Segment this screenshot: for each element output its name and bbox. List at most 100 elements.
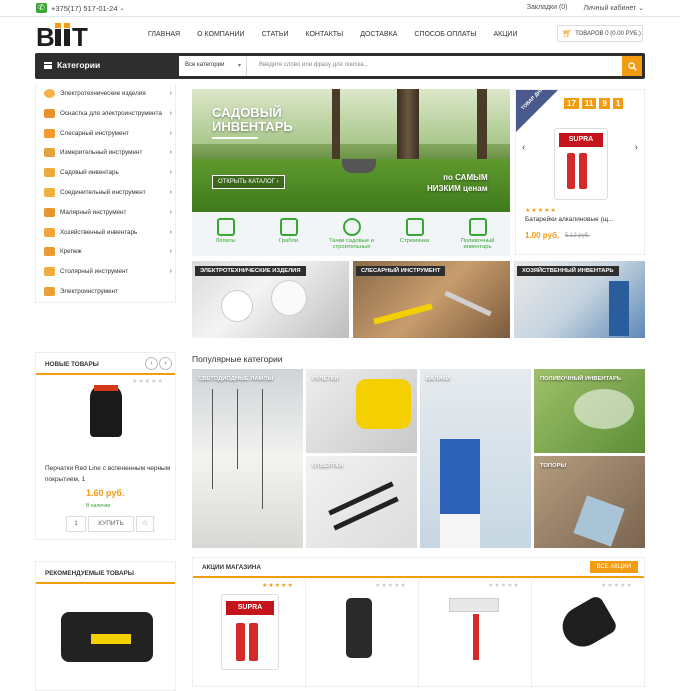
sidebar-item-power-tools[interactable]: Электроинструмент xyxy=(36,282,176,301)
lamp-wire xyxy=(237,389,238,469)
categories-label: Категории xyxy=(57,60,101,70)
tile-label: СЛЕСАРНЫЙ ИНСТРУМЕНТ xyxy=(356,266,446,276)
person-shape xyxy=(609,281,629,336)
categories-menu-button[interactable]: Категории xyxy=(44,60,100,70)
popular-axes[interactable]: ТОПОРЫ xyxy=(534,456,645,548)
garden-banner[interactable]: САДОВЫЙ ИНВЕНТАРЬ ОТКРЫТЬ КАТАЛОГ › по СА… xyxy=(192,89,510,212)
bulb-icon xyxy=(44,89,55,98)
popular-label: ВАЛИКИ xyxy=(426,376,451,382)
sidebar-item-locksmith[interactable]: Слесарный инструмент › xyxy=(36,124,176,143)
promo-product[interactable]: ★★★★★ xyxy=(419,580,532,688)
chevron-right-icon: › xyxy=(169,189,172,196)
nav-promotions[interactable]: АКЦИИ xyxy=(493,31,517,38)
popular-rollers[interactable]: ВАЛИКИ xyxy=(420,369,531,548)
product-image[interactable] xyxy=(86,385,126,443)
product-image[interactable] xyxy=(61,602,153,672)
promo-product[interactable]: ★★★★★ SUPRA xyxy=(193,580,306,688)
nav-delivery[interactable]: ДОСТАВКА xyxy=(360,31,397,38)
tool-rakes[interactable]: Грабли xyxy=(257,212,320,256)
deal-product-name[interactable]: Батарейки алкалиновые (щ... xyxy=(525,216,614,223)
tile-household[interactable]: ХОЗЯЙСТВЕННЫЙ ИНВЕНТАРЬ xyxy=(514,261,645,338)
sidebar-item-power-tool-accessories[interactable]: Оснастка для электроинструмента › xyxy=(36,104,176,123)
lamp-wire xyxy=(262,389,263,509)
bookmarks-link[interactable]: Закладки (0) xyxy=(527,4,568,12)
sidebar-item-garden[interactable]: Садовый инвентарь › xyxy=(36,163,176,182)
tool-ladders[interactable]: Стремянки xyxy=(383,212,446,256)
sidebar-item-carpentry[interactable]: Столярный инструмент › xyxy=(36,262,176,281)
tile-locksmith[interactable]: СЛЕСАРНЫЙ ИНСТРУМЕНТ xyxy=(353,261,510,338)
search-button[interactable] xyxy=(622,56,642,76)
popular-tape-measures[interactable]: РУЛЕТКИ xyxy=(306,369,417,453)
popular-led-lamps[interactable]: СВЕТОДИОДНЫЕ ЛАМПЫ xyxy=(192,369,303,548)
nav-payment[interactable]: СПОСОБ ОПЛАТЫ xyxy=(414,31,476,38)
stapler-icon xyxy=(44,188,55,197)
nav-about[interactable]: О КОМПАНИИ xyxy=(197,31,244,38)
nav-contacts[interactable]: КОНТАКТЫ xyxy=(305,31,343,38)
tool-watering[interactable]: Поливочный инвентарь xyxy=(446,212,509,256)
rating-stars: ★★★★★ xyxy=(262,583,294,589)
prev-arrow-icon[interactable]: ‹ xyxy=(145,357,158,370)
quantity-input[interactable]: 1 xyxy=(66,516,86,532)
axe-head xyxy=(573,495,625,547)
promo-product[interactable]: ★★★★★ xyxy=(532,580,645,688)
all-promotions-button[interactable]: ВСЕ АКЦИИ xyxy=(589,561,638,573)
popular-screwdrivers[interactable]: ОТВЕРТКИ xyxy=(306,456,417,548)
tool-wheelbarrows[interactable]: Тачки садовые и строительные xyxy=(320,212,383,256)
open-catalog-button[interactable]: ОТКРЫТЬ КАТАЛОГ › xyxy=(212,175,285,189)
cart-button[interactable]: 🛒︎ ТОВАРОВ 0 (0.00 РУБ.) xyxy=(557,25,643,42)
glove-cuff xyxy=(94,385,118,391)
sidebar-item-household[interactable]: Хозяйственный инвентарь › xyxy=(36,223,176,242)
popular-watering[interactable]: ПОЛИВОЧНЫЙ ИНВЕНТАРЬ xyxy=(534,369,645,453)
banner-slogan: по САМЫМ НИЗКИМ ценам xyxy=(427,173,488,193)
next-arrow-icon[interactable]: › xyxy=(159,357,172,370)
deal-of-day: ТОВАР ДНЯ 17 11 9 1 ‹ › SUPRA ★★★★★ Бата… xyxy=(515,87,645,255)
category-select[interactable]: Все категории ▾ xyxy=(179,56,247,76)
product-image xyxy=(555,594,619,654)
paint-roller-icon xyxy=(44,207,55,217)
logo[interactable]: B T xyxy=(36,22,98,52)
rating-stars: ★★★★★ xyxy=(601,583,633,589)
sidebar-item-fasteners[interactable]: Крепеж › xyxy=(36,242,176,261)
star-icon: ☆ xyxy=(141,520,149,527)
bulb-shape xyxy=(272,281,306,315)
rating-stars: ★★★★★ xyxy=(132,379,164,385)
water-spray xyxy=(574,389,634,429)
sidebar-item-measuring[interactable]: Измерительный инструмент › xyxy=(36,143,176,162)
chevron-down-icon: ▾ xyxy=(237,63,241,69)
prev-arrow-icon[interactable]: ‹ xyxy=(522,142,525,153)
next-arrow-icon[interactable]: › xyxy=(635,142,638,153)
battery xyxy=(236,623,245,661)
cart-summary: ТОВАРОВ 0 (0.00 РУБ.) xyxy=(575,30,641,37)
tape-measure-shape xyxy=(356,379,411,429)
timer-seconds: 9 xyxy=(599,98,610,109)
screw-icon xyxy=(44,247,55,257)
tool-shape xyxy=(373,303,433,325)
tool-shovels[interactable]: Лопаты xyxy=(194,212,257,256)
sidebar-item-painting[interactable]: Малярный инструмент › xyxy=(36,203,176,222)
wishlist-button[interactable]: ☆ xyxy=(136,516,154,532)
product-name[interactable]: Перчатки Red Line с вспененным черным по… xyxy=(45,463,173,485)
battery xyxy=(249,623,258,661)
search-placeholder: Введите слово или фразу для поиска... xyxy=(259,62,369,68)
chevron-right-icon: › xyxy=(169,90,172,97)
timer-minutes: 11 xyxy=(581,98,597,109)
tile-electrical[interactable]: ЭЛЕКТРОТЕХНИЧЕСКИЕ ИЗДЕЛИЯ xyxy=(192,261,349,338)
shovel-icon xyxy=(216,218,235,236)
sidebar-item-electrical[interactable]: Электротехнические изделия › xyxy=(36,84,176,103)
nav-home[interactable]: ГЛАВНАЯ xyxy=(148,31,180,38)
wheelbarrow-shape xyxy=(342,159,376,173)
product-image[interactable]: SUPRA xyxy=(554,128,608,200)
promo-product[interactable]: ★★★★★ xyxy=(306,580,419,688)
header: B T ГЛАВНАЯ О КОМПАНИИ СТАТЬИ КОНТАКТЫ Д… xyxy=(0,17,680,52)
nav-articles[interactable]: СТАТЬИ xyxy=(262,31,289,38)
timer-hours: 17 xyxy=(564,98,579,109)
rating-stars: ★★★★★ xyxy=(488,583,520,589)
deal-price: 1.00 руб. xyxy=(525,231,560,240)
buy-button[interactable]: КУПИТЬ xyxy=(88,516,134,532)
account-link[interactable]: Личный кабинет ⌄ xyxy=(584,4,644,12)
search-input[interactable]: Введите слово или фразу для поиска... xyxy=(247,56,622,76)
main-nav: ГЛАВНАЯ О КОМПАНИИ СТАТЬИ КОНТАКТЫ ДОСТА… xyxy=(148,31,534,38)
phone-link[interactable]: ✆ +375(17) 517-01-24 ⌄ xyxy=(36,3,125,13)
sidebar-item-connecting[interactable]: Соединительный инструмент › xyxy=(36,183,176,202)
chevron-right-icon: › xyxy=(169,149,172,157)
